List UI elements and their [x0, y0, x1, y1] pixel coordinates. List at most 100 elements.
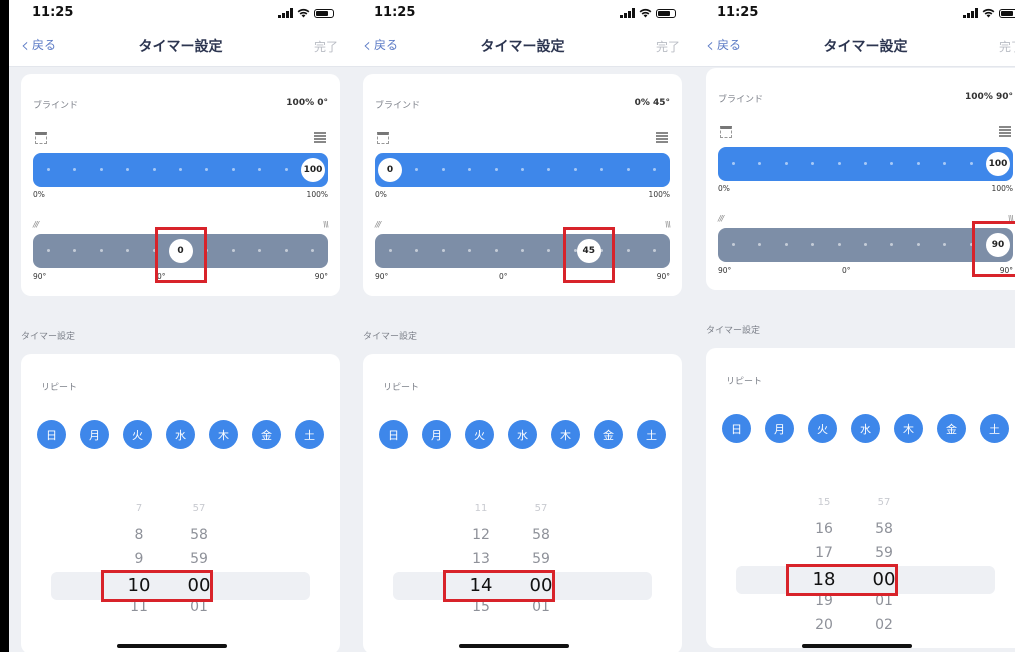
timer-section-label: タイマー設定 — [706, 326, 761, 336]
done-button[interactable]: 完了 — [999, 38, 1015, 55]
weekday-toggle[interactable]: 金 — [937, 414, 966, 443]
weekday-toggle[interactable]: 火 — [465, 420, 494, 449]
tilt-highlight-box — [562, 227, 615, 283]
minute-value: 58 — [190, 527, 208, 543]
weekday-toggle[interactable]: 金 — [594, 420, 623, 449]
time-picker-row[interactable]: 11 01 — [21, 599, 340, 621]
slider-dots — [732, 162, 999, 166]
blind-card: ブラインド 100% 90° 100 0% 100%///\\\ 90 90° 0° 90° — [706, 68, 1015, 290]
time-picker-row[interactable]: 12 58 — [363, 527, 682, 549]
battery-icon — [314, 8, 334, 18]
status-icons — [278, 7, 334, 19]
time-picker-row[interactable]: 16 58 — [706, 521, 1015, 543]
time-picker-row[interactable]: 20 02 — [706, 617, 1015, 639]
status-icons — [620, 7, 676, 19]
time-picker-row[interactable]: 15 01 — [363, 599, 682, 621]
signal-icon — [963, 8, 978, 18]
position-slider[interactable]: 100 — [33, 153, 328, 187]
weekday-toggle[interactable]: 火 — [123, 420, 152, 449]
position-knob[interactable]: 0 — [378, 158, 402, 182]
minute-value: 57 — [877, 497, 891, 508]
tilt-right-label: 90° — [314, 272, 328, 281]
tilt-left-label: 90° — [718, 266, 732, 275]
weekday-toggle[interactable]: 水 — [851, 414, 880, 443]
position-max-label: 100% — [991, 184, 1013, 193]
status-bar: 11:25 — [9, 0, 352, 28]
weekday-toggle[interactable]: 日 — [722, 414, 751, 443]
home-indicator — [459, 644, 569, 648]
wifi-icon — [639, 8, 652, 18]
blind-card: ブラインド 0% 45° 0 0% 100% /// \\\ 45 90° 0° 90° — [363, 74, 682, 296]
position-slider[interactable]: 100 — [718, 147, 1013, 181]
blind-value: 0% 45° — [634, 98, 670, 108]
weekday-toggle[interactable]: 木 — [209, 420, 238, 449]
weekday-toggle[interactable]: 土 — [980, 414, 1009, 443]
blind-closed-icon — [999, 126, 1011, 138]
nav-bar: ‹戻る タイマー設定 完了 — [694, 28, 1015, 67]
tilt-right-icon: \\\ — [322, 220, 329, 229]
weekday-toggle[interactable]: 日 — [37, 420, 66, 449]
hour-value: 17 — [815, 545, 833, 561]
position-knob[interactable]: 100 — [986, 152, 1010, 176]
tilt-highlight-box — [154, 227, 207, 283]
tilt-slider[interactable]: 90 — [718, 228, 1013, 262]
weekday-toggle[interactable]: 木 — [551, 420, 580, 449]
timer-card: リピート日月火水木金土 15 57 16 58 17 59 18 00 19 01 20 02 — [706, 348, 1015, 648]
blind-value: 100% 90° — [965, 92, 1013, 102]
weekday-toggle[interactable]: 土 — [295, 420, 324, 449]
weekday-toggle[interactable]: 土 — [637, 420, 666, 449]
weekday-toggle[interactable]: 日 — [379, 420, 408, 449]
timer-section-label: タイマー設定 — [363, 332, 418, 342]
status-icons — [963, 7, 1015, 19]
tilt-slider[interactable]: 45 — [375, 234, 670, 268]
status-bar: 11:25 — [694, 0, 1015, 28]
hour-value: 12 — [472, 527, 490, 543]
time-picker-row[interactable]: 15 57 — [706, 497, 1015, 519]
timer-card: リピート日月火水木金土 11 57 12 58 13 59 14 00 15 01 — [363, 354, 682, 652]
phone-screen: 11:25 ‹ 戻る タイマー設定 完了 ブラインド 0% 45° 0 0% 100%… — [351, 0, 694, 652]
weekday-toggle[interactable]: 火 — [808, 414, 837, 443]
tilt-left-label: 90° — [33, 272, 47, 281]
repeat-label: リピート — [383, 383, 420, 393]
position-min-label: 0% — [375, 190, 387, 199]
status-bar: 11:25 — [351, 0, 694, 28]
battery-icon — [656, 8, 676, 18]
time-picker-row[interactable]: 19 01 — [706, 593, 1015, 615]
minute-value: 58 — [875, 521, 893, 537]
minute-value: 59 — [532, 551, 550, 567]
weekday-toggle[interactable]: 水 — [166, 420, 195, 449]
wifi-icon — [982, 8, 995, 18]
page-title: タイマー設定 — [823, 39, 908, 55]
time-highlight-box — [101, 570, 213, 602]
position-max-label: 100% — [306, 190, 328, 199]
position-max-label: 100% — [648, 190, 670, 199]
weekday-toggle[interactable]: 水 — [508, 420, 537, 449]
done-button[interactable]: 完了 — [656, 38, 680, 55]
time-picker-row[interactable]: 8 58 — [21, 527, 340, 549]
done-button[interactable]: 完了 — [314, 38, 338, 55]
blind-open-icon — [377, 132, 389, 144]
slider-dots — [389, 249, 656, 253]
weekday-toggle[interactable]: 月 — [422, 420, 451, 449]
tilt-left-icon: /// — [33, 220, 39, 229]
home-indicator — [802, 644, 912, 648]
weekday-toggle[interactable]: 月 — [80, 420, 109, 449]
blind-open-icon — [35, 132, 47, 144]
weekday-toggle[interactable]: 金 — [252, 420, 281, 449]
position-slider[interactable]: 0 — [375, 153, 670, 187]
tilt-mid-label: 0° — [499, 272, 508, 281]
time-highlight-box — [786, 564, 898, 596]
time-highlight-box — [443, 570, 555, 602]
nav-bar: ‹戻る タイマー設定 完了 — [351, 28, 694, 67]
time-picker-row[interactable]: 7 57 — [21, 503, 340, 525]
position-knob[interactable]: 100 — [301, 158, 325, 182]
timer-card: リピート日月火水木金土 7 57 8 58 9 59 10 00 11 01 — [21, 354, 340, 652]
hour-value: 8 — [134, 527, 144, 543]
weekday-row: 日月火水木金土 — [379, 420, 666, 449]
time-picker-row[interactable]: 11 57 — [363, 503, 682, 525]
page-title: タイマー設定 — [138, 39, 223, 55]
minute-value: 59 — [190, 551, 208, 567]
weekday-toggle[interactable]: 月 — [765, 414, 794, 443]
weekday-toggle[interactable]: 木 — [894, 414, 923, 443]
slider-dots — [389, 168, 656, 172]
